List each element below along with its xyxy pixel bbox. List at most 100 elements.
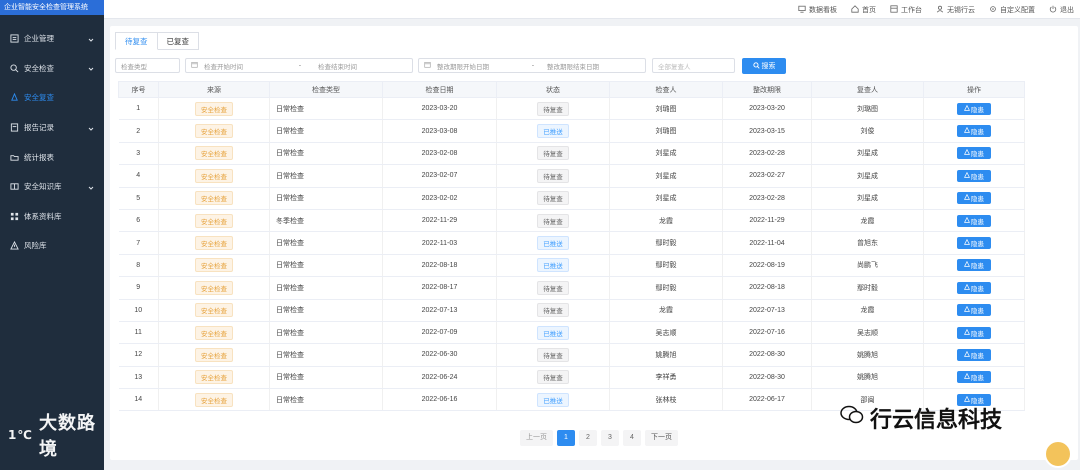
- source-tag: 安全检查: [195, 280, 233, 295]
- cell-no: 8: [118, 254, 159, 278]
- action-label: 隐患: [971, 173, 984, 181]
- watermark-right-text: 行云信息科技: [870, 407, 1003, 432]
- rectify-date-range[interactable]: 整改期限开始日期 - 整改期限结束日期: [418, 58, 646, 73]
- cell-inspector: 刘星成: [609, 142, 723, 166]
- sidebar-item-report[interactable]: 报告记录: [0, 113, 104, 143]
- check-date-range[interactable]: 检查开始时间 - 检查结束时间: [185, 58, 413, 73]
- status-badge: 已推送: [537, 124, 569, 139]
- action-label: 隐患: [971, 263, 984, 271]
- col-header: 复查人: [811, 81, 924, 98]
- tab-reviewed[interactable]: 已复查: [157, 32, 199, 50]
- prev-page-button[interactable]: 上一页: [520, 430, 553, 446]
- hazard-action-button[interactable]: 隐患: [957, 281, 991, 294]
- calendar-icon: [191, 61, 198, 70]
- hazard-icon: [964, 149, 970, 157]
- topnav-workbench[interactable]: 工作台: [890, 4, 922, 15]
- cell-no: 4: [118, 164, 159, 188]
- hazard-action-button[interactable]: 隐患: [957, 169, 991, 182]
- table-body: 1 安全检查 日常检查 2023-03-20 待复查 刘璐图 2023-03-20 刘璐图 隐患…: [118, 97, 1025, 412]
- review-icon: [9, 93, 19, 103]
- cell-inspector: 张林枝: [609, 388, 723, 412]
- inspect-icon: [9, 63, 19, 73]
- range-separator: -: [298, 62, 302, 69]
- tab-pending-review[interactable]: 待复查: [115, 32, 158, 50]
- status-badge: 待复查: [537, 347, 569, 362]
- cell-no: 10: [118, 299, 159, 322]
- hazard-action-button[interactable]: 隐患: [957, 348, 991, 361]
- sidebar-item-safety-check[interactable]: 安全检查: [0, 54, 104, 84]
- hazard-action-button[interactable]: 隐患: [957, 214, 991, 227]
- cell-check-type: 日常检查: [269, 231, 383, 255]
- cell-check-type: 日常检查: [269, 119, 383, 143]
- sidebar-item-safety-review[interactable]: 安全复查: [0, 83, 104, 113]
- cell-deadline: 2022-11-29: [722, 209, 812, 233]
- sidebar-item-statistics[interactable]: 统计报表: [0, 142, 104, 172]
- next-page-button[interactable]: 下一页: [645, 430, 678, 446]
- report-icon: [9, 123, 19, 133]
- col-header: 检查日期: [382, 81, 497, 98]
- topnav-dashboard[interactable]: 数据看板: [798, 5, 837, 15]
- hazard-action-button[interactable]: 隐患: [957, 371, 991, 384]
- col-header: 整改期限: [722, 81, 812, 98]
- filter-bar: 检查类型 检查开始时间 - 检查结束时间 整改期限开始日期 - 整改期限结束日期…: [115, 58, 795, 74]
- hazard-action-button[interactable]: 隐患: [957, 125, 991, 138]
- cell-reviewer: 姚腾旭: [811, 366, 924, 390]
- topnav-settings[interactable]: 自定义配置: [989, 5, 1035, 15]
- sidebar-item-label: 安全复查: [24, 93, 54, 103]
- source-tag: 安全检查: [195, 392, 233, 407]
- hazard-icon: [964, 238, 970, 247]
- cell-check-date: 2022-11-03: [382, 231, 497, 255]
- cell-inspector: 龙霞: [609, 209, 723, 233]
- source-tag: 安全检查: [195, 325, 233, 340]
- cell-check-type: 日常检查: [269, 254, 383, 278]
- hazard-action-button[interactable]: 隐患: [957, 304, 991, 317]
- app-title: 企业智能安全检查管理系统: [0, 0, 104, 15]
- hazard-action-button[interactable]: 隐患: [957, 147, 991, 160]
- col-header: 状态: [496, 81, 610, 98]
- sidebar-item-enterprise[interactable]: 企业管理: [0, 24, 104, 54]
- cell-status: 已推送: [496, 254, 610, 278]
- hazard-action-button[interactable]: 隐患: [957, 259, 991, 272]
- cell-reviewer: 刘星成: [811, 187, 924, 210]
- power-icon: [1049, 5, 1057, 15]
- cell-source: 安全检查: [158, 231, 270, 255]
- page-button-3[interactable]: 3: [601, 430, 619, 446]
- cell-inspector: 吴志顺: [609, 321, 723, 345]
- search-button[interactable]: 搜索: [742, 58, 786, 74]
- action-label: 隐患: [971, 330, 984, 338]
- cell-status: 待复查: [496, 142, 610, 166]
- cell-deadline: 2023-03-15: [722, 119, 812, 143]
- page-button-4[interactable]: 4: [623, 430, 641, 446]
- table-row: 3 安全检查 日常检查 2023-02-08 待复查 刘星成 2023-02-28 刘星成 隐患: [118, 142, 1025, 166]
- sidebar-item-system-docs[interactable]: 体系资料库: [0, 202, 104, 232]
- action-label: 隐患: [971, 241, 984, 249]
- page-button-2[interactable]: 2: [579, 430, 597, 446]
- cell-reviewer: 姚腾旭: [811, 343, 924, 367]
- cell-no: 7: [118, 231, 159, 255]
- cell-inspector: 姚腾旭: [609, 343, 723, 367]
- hazard-action-button[interactable]: 隐患: [957, 326, 991, 339]
- sidebar-item-risk[interactable]: 风险库: [0, 231, 104, 261]
- sidebar-menu: 企业管理 安全检查 安全复查 报告记录 统计报表 安全知识库 体系资料库 风险库: [0, 24, 104, 261]
- watermark-right: 行云信息科技: [840, 402, 1002, 434]
- topnav-home[interactable]: 首页: [851, 4, 876, 15]
- cell-deadline: 2022-07-16: [722, 321, 812, 345]
- status-badge: 待复查: [537, 101, 569, 116]
- topnav-label: 工作台: [901, 6, 922, 14]
- cell-action: 隐患: [923, 142, 1025, 166]
- cell-reviewer: 刘星成: [811, 164, 924, 188]
- hazard-action-button[interactable]: 隐患: [957, 237, 991, 250]
- cell-check-date: 2023-03-08: [382, 119, 497, 143]
- cell-no: 3: [118, 142, 159, 166]
- page-button-1[interactable]: 1: [557, 430, 575, 446]
- cell-deadline: 2022-08-19: [722, 254, 812, 278]
- reviewer-select[interactable]: 全部复查人: [652, 58, 735, 73]
- topnav-user[interactable]: 无锡行云: [936, 5, 975, 15]
- check-type-select[interactable]: 检查类型: [115, 58, 180, 73]
- avatar: [1044, 440, 1072, 468]
- topnav-logout[interactable]: 退出: [1049, 5, 1074, 15]
- cell-source: 安全检查: [158, 119, 270, 143]
- sidebar-item-knowledge[interactable]: 安全知识库: [0, 172, 104, 202]
- hazard-action-button[interactable]: 隐患: [957, 102, 991, 115]
- hazard-action-button[interactable]: 隐患: [957, 192, 991, 205]
